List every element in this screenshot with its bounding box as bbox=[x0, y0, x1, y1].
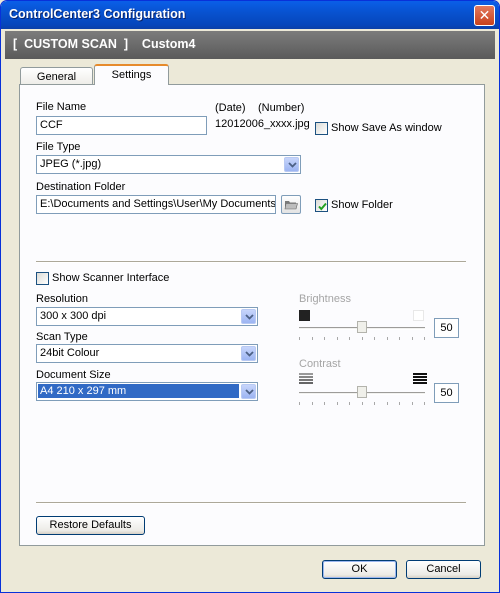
config-window: ControlCenter3 Configuration ✕ [ CUSTOM … bbox=[0, 0, 500, 593]
scan-type-select[interactable]: 24bit Colour bbox=[36, 344, 258, 363]
show-save-as-checkbox[interactable] bbox=[315, 122, 328, 135]
number-label: (Number) bbox=[258, 102, 305, 114]
slider-tick bbox=[412, 337, 413, 340]
show-scanner-interface-checkbox[interactable] bbox=[36, 272, 49, 285]
resolution-value: 300 x 300 dpi bbox=[40, 310, 107, 322]
slider-tick bbox=[362, 337, 363, 340]
document-size-select[interactable]: A4 210 x 297 mm bbox=[36, 382, 258, 401]
file-name-label: File Name bbox=[36, 101, 87, 113]
show-save-as-label: Show Save As window bbox=[331, 122, 442, 134]
slider-tick bbox=[424, 402, 425, 405]
slider-tick bbox=[337, 402, 338, 405]
settings-panel: File Name (Date) (Number) CCF 12012006_x… bbox=[19, 84, 485, 546]
chevron-down-icon[interactable] bbox=[241, 309, 256, 324]
destination-folder-label: Destination Folder bbox=[36, 181, 126, 193]
resolution-label: Resolution bbox=[36, 293, 88, 305]
brightness-value[interactable]: 50 bbox=[434, 318, 459, 338]
show-folder-label: Show Folder bbox=[331, 199, 393, 211]
chevron-down-icon[interactable] bbox=[241, 346, 256, 361]
brightness-label: Brightness bbox=[299, 293, 351, 305]
show-scanner-interface-label: Show Scanner Interface bbox=[52, 272, 170, 284]
slider-tick bbox=[349, 402, 350, 405]
brightness-ticks bbox=[299, 337, 425, 341]
slider-tick bbox=[424, 337, 425, 340]
folder-icon bbox=[284, 201, 298, 210]
close-icon[interactable]: ✕ bbox=[479, 7, 491, 23]
cancel-button[interactable]: Cancel bbox=[406, 560, 481, 579]
slider-tick bbox=[412, 402, 413, 405]
slider-tick bbox=[312, 402, 313, 405]
slider-tick bbox=[299, 402, 300, 405]
slider-tick bbox=[399, 402, 400, 405]
section-divider bbox=[36, 261, 466, 263]
file-name-input[interactable]: CCF bbox=[36, 116, 207, 135]
light-level-icon bbox=[413, 310, 424, 321]
slider-tick bbox=[324, 402, 325, 405]
high-contrast-icon bbox=[413, 373, 427, 384]
contrast-slider-thumb[interactable] bbox=[357, 386, 367, 398]
document-size-label: Document Size bbox=[36, 369, 111, 381]
chevron-down-icon[interactable] bbox=[241, 384, 256, 399]
brightness-slider-thumb[interactable] bbox=[357, 321, 367, 333]
slider-tick bbox=[337, 337, 338, 340]
slider-tick bbox=[362, 402, 363, 405]
bottom-divider bbox=[36, 502, 466, 504]
resolution-select[interactable]: 300 x 300 dpi bbox=[36, 307, 258, 326]
contrast-ticks bbox=[299, 402, 425, 406]
date-label: (Date) bbox=[215, 102, 246, 114]
slider-tick bbox=[349, 337, 350, 340]
slider-tick bbox=[399, 337, 400, 340]
show-folder-checkbox[interactable] bbox=[315, 199, 328, 212]
dark-level-icon bbox=[299, 310, 310, 321]
title-bar[interactable]: ControlCenter3 Configuration ✕ bbox=[1, 1, 499, 29]
close-button[interactable]: ✕ bbox=[474, 5, 495, 26]
slider-tick bbox=[374, 337, 375, 340]
file-type-value: JPEG (*.jpg) bbox=[40, 158, 102, 170]
window-title: ControlCenter3 Configuration bbox=[9, 7, 186, 21]
contrast-value[interactable]: 50 bbox=[434, 383, 459, 403]
scan-header-title: [ CUSTOM SCAN ] Custom4 bbox=[13, 37, 196, 51]
scan-type-label: Scan Type bbox=[36, 331, 88, 343]
slider-tick bbox=[374, 402, 375, 405]
ok-button[interactable]: OK bbox=[322, 560, 397, 579]
scan-type-value: 24bit Colour bbox=[40, 347, 100, 359]
slider-tick bbox=[299, 337, 300, 340]
scan-header-band: [ CUSTOM SCAN ] Custom4 bbox=[5, 31, 495, 59]
contrast-label: Contrast bbox=[299, 358, 341, 370]
file-name-suffix: 12012006_xxxx.jpg bbox=[215, 118, 310, 130]
file-type-select[interactable]: JPEG (*.jpg) bbox=[36, 155, 301, 174]
slider-tick bbox=[387, 337, 388, 340]
destination-folder-input[interactable]: E:\Documents and Settings\User\My Docume… bbox=[36, 195, 276, 214]
slider-tick bbox=[324, 337, 325, 340]
tab-settings[interactable]: Settings bbox=[94, 64, 169, 85]
file-type-label: File Type bbox=[36, 141, 81, 153]
slider-tick bbox=[312, 337, 313, 340]
restore-defaults-button[interactable]: Restore Defaults bbox=[36, 516, 145, 535]
browse-folder-button[interactable] bbox=[281, 195, 301, 214]
slider-tick bbox=[387, 402, 388, 405]
low-contrast-icon bbox=[299, 373, 313, 384]
document-size-value: A4 210 x 297 mm bbox=[38, 384, 239, 398]
chevron-down-icon[interactable] bbox=[284, 157, 299, 172]
